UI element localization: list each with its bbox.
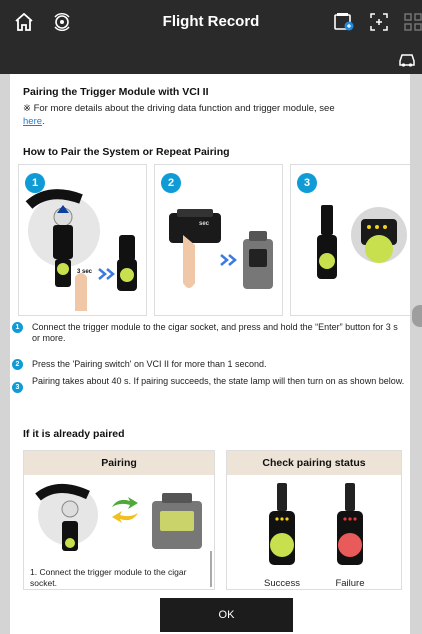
pairing-panel-title: Pairing: [24, 451, 214, 475]
page-title: Flight Record: [162, 13, 260, 30]
step-3-illustration: [317, 205, 407, 279]
step-badge-1: 1: [12, 322, 23, 334]
capture-icon[interactable]: [367, 10, 391, 34]
caption-scrollbar[interactable]: [210, 551, 212, 587]
car-icon[interactable]: [396, 48, 418, 70]
scroll-handle[interactable]: [412, 305, 422, 327]
step-badge-2: 2: [12, 359, 23, 371]
paired-heading: If it is already paired: [23, 428, 125, 440]
step-3-description: 3 Pairing takes about 40 s. If pairing s…: [12, 376, 408, 393]
step-1-description: 1 Connect the trigger module to the ciga…: [12, 322, 408, 343]
step-card-2: 2 sec: [154, 164, 283, 316]
details-link[interactable]: here: [23, 116, 42, 127]
pairing-caption: 1. Connect the trigger module to the cig…: [30, 567, 187, 588]
check-status-title: Check pairing status: [227, 451, 401, 475]
step-2-description: 2 Press the 'Pairing switch' on VCI II f…: [12, 359, 408, 371]
step-3-text: Pairing takes about 40 s. If pairing suc…: [32, 376, 405, 386]
status-success-label: Success: [264, 578, 300, 589]
intro-note: ※ For more details about the driving dat…: [23, 102, 403, 128]
status-illustration: [269, 483, 363, 565]
hold-time-label: 3 sec: [77, 269, 93, 275]
vci-device-icon[interactable]: [332, 10, 356, 34]
ok-button[interactable]: OK: [160, 598, 293, 632]
howto-heading: How to Pair the System or Repeat Pairing: [23, 146, 230, 158]
step-card-3: 3: [290, 164, 410, 316]
arrow-double-icon: [98, 268, 115, 280]
arrow-double-icon: [220, 254, 237, 266]
intro-heading: Pairing the Trigger Module with VCI II: [23, 86, 209, 98]
pairing-time-label: sec: [199, 221, 210, 227]
check-status-panel: Check pairing status Success Failure: [226, 450, 402, 590]
pairing-panel: Pairing 1. Connect the trigger module to…: [23, 450, 215, 590]
step-badge-3: 3: [12, 382, 23, 393]
step-1-illustration: [25, 189, 137, 311]
status-failure-label: Failure: [335, 578, 365, 589]
step-1-text: Connect the trigger module to the cigar …: [32, 322, 398, 343]
grid-icon[interactable]: [402, 10, 422, 34]
sub-toolbar: [0, 44, 422, 74]
step-2-illustration: [169, 209, 273, 289]
link-suffix: .: [42, 116, 45, 127]
intro-note-text: ※ For more details about the driving dat…: [23, 103, 335, 114]
step-card-1: 1 3 sec: [18, 164, 147, 316]
title-bar: Flight Record: [0, 0, 422, 44]
step-2-text: Press the 'Pairing switch' on VCI II for…: [32, 359, 267, 369]
sync-icon: [112, 497, 138, 523]
footer: OK: [0, 596, 422, 634]
dialog-content[interactable]: Pairing the Trigger Module with VCI II ※…: [10, 74, 410, 634]
